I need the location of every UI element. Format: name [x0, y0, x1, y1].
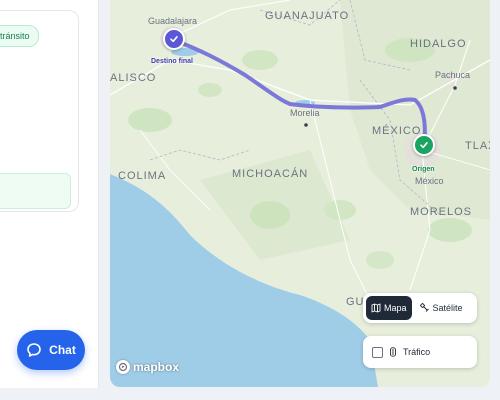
map-layer-toggle: Mapa Satélite	[363, 293, 477, 323]
region-label-colima: COLIMA	[118, 170, 167, 182]
status-box	[0, 173, 71, 209]
region-label-guanajuato: GUANAJUATO	[265, 10, 350, 22]
origin-marker[interactable]	[413, 134, 435, 156]
destination-marker[interactable]	[163, 28, 185, 50]
chat-label: Chat	[49, 343, 76, 357]
attribution-label: mapbox	[133, 360, 180, 374]
city-label-morelia: Morelia	[290, 108, 320, 118]
chat-button[interactable]: Chat	[17, 330, 85, 370]
traffic-label: Tráfico	[403, 347, 431, 357]
traffic-checkbox[interactable]	[372, 346, 383, 358]
destination-label: Destino final	[151, 58, 194, 65]
satellite-layer-label: Satélite	[432, 303, 463, 313]
region-label-mexico: MÉXICO	[372, 125, 422, 137]
map-icon	[371, 303, 381, 313]
map-layer-button[interactable]: Mapa	[366, 296, 412, 320]
region-label-hidalgo: HIDALGO	[410, 38, 467, 50]
region-label-michoacan: MICHOACÁN	[232, 168, 309, 180]
trip-info-card: tránsito	[0, 10, 79, 212]
city-label-guadalajara: Guadalajara	[148, 16, 198, 26]
chat-bubble-icon	[26, 342, 42, 358]
region-label-jalisco: ALISCO	[110, 72, 157, 84]
city-label-mexico: México	[415, 176, 444, 186]
check-icon	[170, 36, 178, 43]
left-panel: tránsito Chat	[0, 0, 99, 388]
region-label-guerrero: GU	[346, 296, 365, 308]
transit-status-badge: tránsito	[0, 25, 39, 47]
map-layer-label: Mapa	[384, 303, 407, 313]
origin-label: Origen	[412, 166, 435, 173]
satellite-icon	[419, 303, 429, 312]
region-label-tlaxcala: TLAX	[465, 140, 490, 152]
traffic-light-icon	[390, 347, 396, 357]
region-label-morelos: MORELOS	[410, 206, 473, 218]
city-label-pachuca: Pachuca	[435, 70, 471, 80]
check-icon	[420, 142, 428, 149]
mapbox-logo-icon	[116, 360, 130, 374]
satellite-layer-button[interactable]: Satélite	[415, 296, 468, 320]
map-view[interactable]: GUANAJUATO HIDALGO ALISCO MÉXICO TLAX CO…	[110, 0, 490, 387]
mapbox-attribution[interactable]: mapbox	[116, 360, 179, 374]
traffic-toggle[interactable]: Tráfico	[363, 336, 477, 368]
